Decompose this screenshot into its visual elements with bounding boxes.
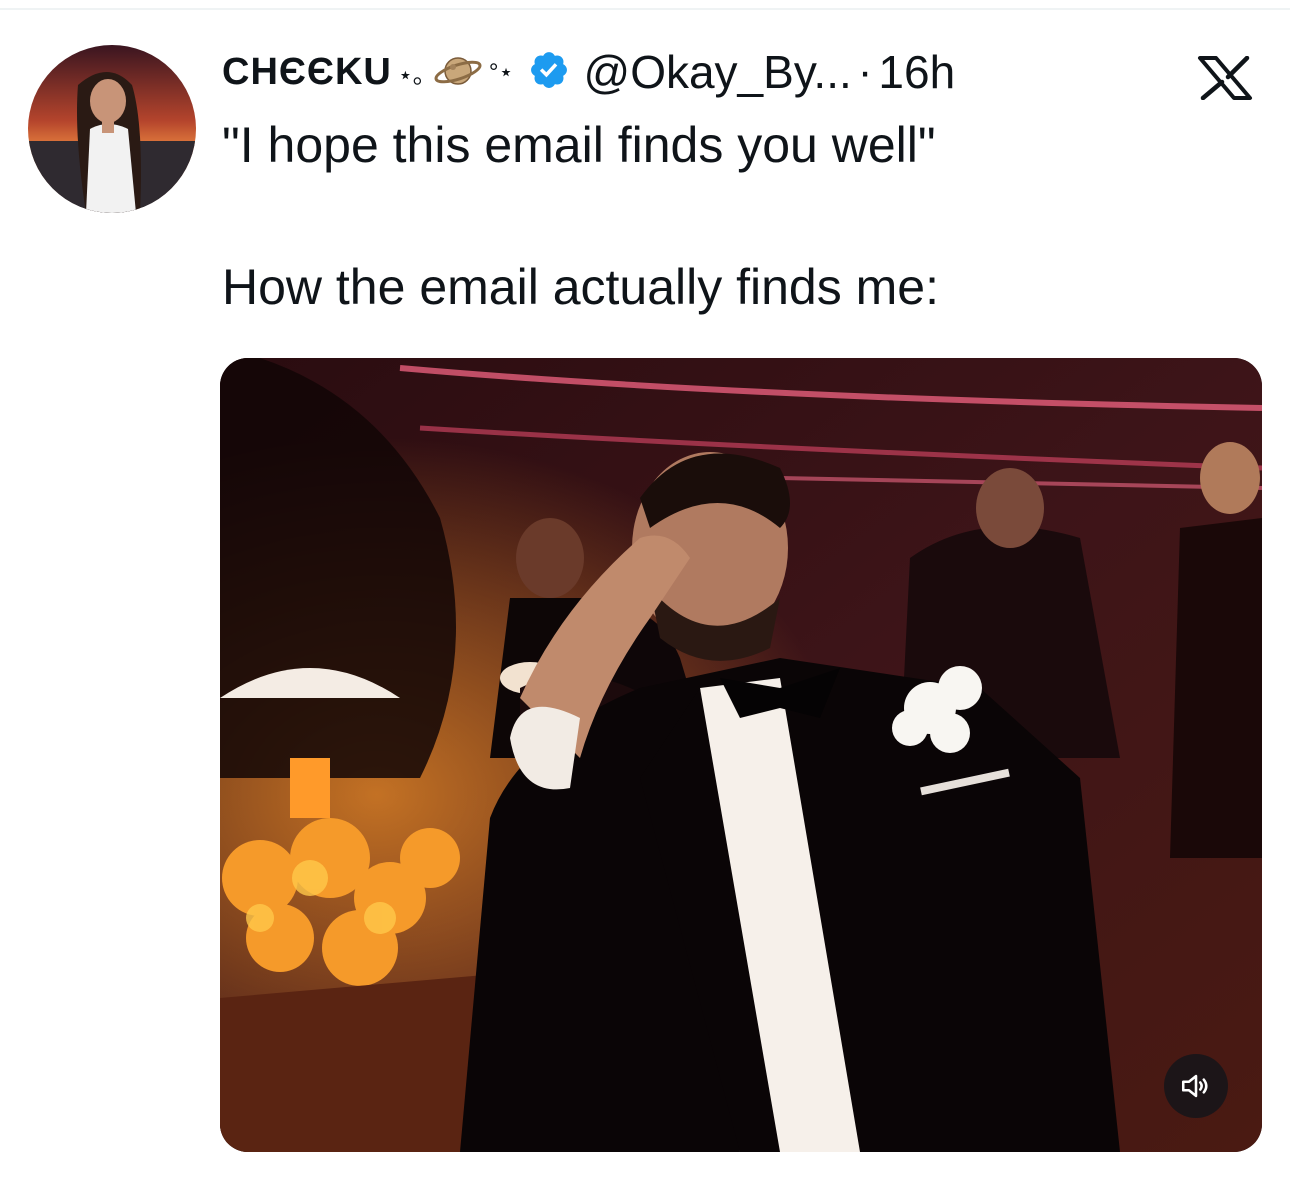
tweet-text: "I hope this email finds you well" How t… <box>222 114 1262 318</box>
planet-icon <box>433 47 483 98</box>
tweet-video[interactable] <box>220 358 1262 1152</box>
video-frame <box>220 358 1262 1152</box>
name-decoration-left: ⋆｡ <box>397 61 425 89</box>
author-avatar[interactable] <box>28 45 196 213</box>
top-divider <box>0 8 1290 10</box>
display-name[interactable]: CHЄЄKU <box>222 51 392 94</box>
separator-dot: · <box>857 47 873 96</box>
x-logo-icon[interactable] <box>1196 55 1254 105</box>
avatar-photo <box>28 45 196 213</box>
name-decoration-right: °⋆ <box>488 58 514 86</box>
author-handle[interactable]: @Okay_By... <box>584 45 852 99</box>
speaker-icon <box>1181 1074 1208 1098</box>
tweet-text-line: "I hope this email finds you well" <box>222 117 936 173</box>
tweet-header: CHЄЄKU ⋆｡ °⋆ @Okay_By... · 16h <box>222 40 955 104</box>
timestamp[interactable]: 16h <box>878 45 955 99</box>
verified-badge-icon[interactable] <box>528 49 570 96</box>
sound-toggle-button[interactable] <box>1164 1054 1228 1118</box>
tweet-text-line: How the email actually finds me: <box>222 259 939 315</box>
